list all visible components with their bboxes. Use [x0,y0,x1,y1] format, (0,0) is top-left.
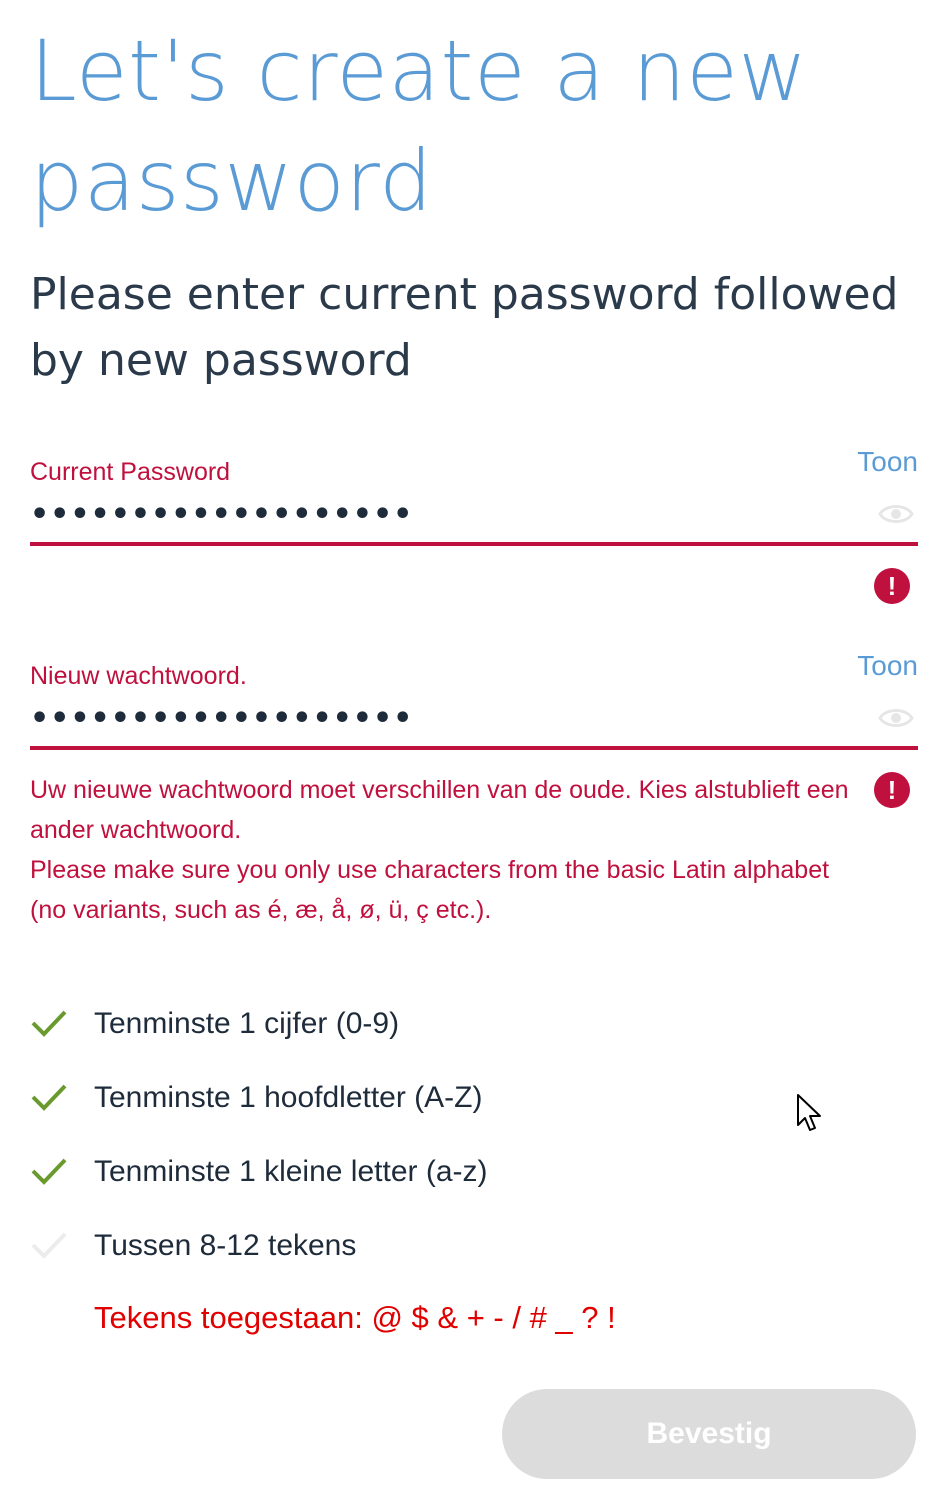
current-password-input[interactable] [30,492,850,536]
page-subtitle: Please enter current password followed b… [30,269,899,386]
error-message-different: Uw nieuwe wachtwoord moet verschillen va… [30,776,849,844]
requirement-item: Tenminste 1 kleine letter (a-z) [30,1152,630,1192]
checkmark-icon [31,1158,67,1185]
checkmark-icon [31,1010,67,1037]
change-password-page: Let's create a new password Please enter… [0,0,945,1501]
new-password-input[interactable] [30,696,850,740]
mouse-cursor-icon [797,1094,821,1131]
exclamation-circle-icon: ! [874,568,910,604]
requirement-label: Tussen 8-12 tekens [94,1229,357,1262]
new-password-underline [30,746,918,750]
current-password-label: Current Password [30,458,231,486]
requirement-label: Tenminste 1 cijfer (0-9) [94,1007,400,1040]
requirement-label: Tenminste 1 hoofdletter (A-Z) [94,1081,483,1114]
confirm-button[interactable]: Bevestig [502,1389,916,1479]
page-title: Let's create a new password [30,22,808,230]
requirement-label: Tenminste 1 kleine letter (a-z) [94,1155,488,1188]
eye-icon[interactable] [878,706,914,730]
current-password-underline [30,542,918,546]
current-password-show-toggle[interactable]: Toon [857,446,918,478]
new-password-error-message: Uw nieuwe wachtwoord moet verschillen va… [30,770,870,930]
exclamation-circle-icon: ! [874,772,910,808]
requirement-item: Tenminste 1 hoofdletter (A-Z) [30,1078,630,1118]
eye-icon[interactable] [878,502,914,526]
allowed-characters-note: Tekens toegestaan: @ $ & + - / # _ ? ! [94,1300,616,1335]
error-message-latin: Please make sure you only use characters… [30,856,830,924]
checkmark-icon [31,1232,67,1259]
requirement-item: Tussen 8-12 tekens [30,1226,630,1266]
checkmark-icon [31,1084,67,1111]
new-password-show-toggle[interactable]: Toon [857,650,918,682]
new-password-label: Nieuw wachtwoord. [30,662,247,690]
requirement-item: Tenminste 1 cijfer (0-9) [30,1004,630,1044]
